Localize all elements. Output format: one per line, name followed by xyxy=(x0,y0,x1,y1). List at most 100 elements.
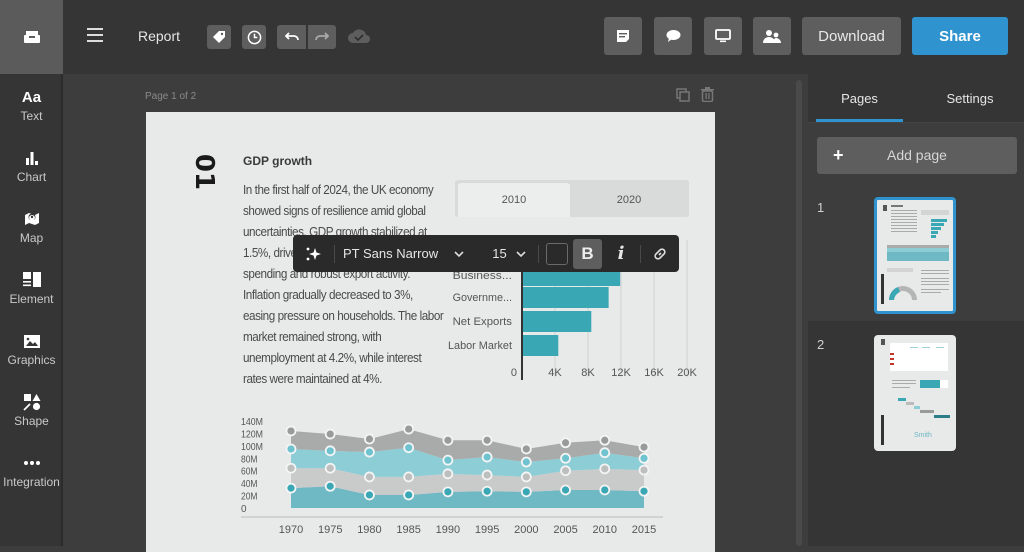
redo-button[interactable] xyxy=(308,25,336,49)
color-swatch xyxy=(546,242,568,265)
tab-2020[interactable]: 2020 xyxy=(572,183,686,217)
data-point xyxy=(520,486,532,498)
y-tick-label: 80M xyxy=(241,453,258,465)
page-thumbnail[interactable]: Smith xyxy=(874,335,956,451)
x-tick-label: 0 xyxy=(511,367,517,379)
bold-button[interactable]: B xyxy=(573,235,602,272)
page-thumbnail[interactable] xyxy=(874,197,956,314)
link-icon xyxy=(654,247,666,260)
y-tick-label: 100M xyxy=(241,441,263,453)
add-page-button[interactable]: + Add page xyxy=(817,137,1017,174)
link-button[interactable] xyxy=(647,235,673,272)
duplicate-page-button[interactable] xyxy=(676,88,690,107)
toolbar-divider xyxy=(640,245,641,263)
page-1-preview xyxy=(881,205,949,304)
font-family-select[interactable]: PT Sans Narrow xyxy=(343,235,471,272)
clock-icon xyxy=(247,30,261,44)
data-point xyxy=(599,484,611,496)
data-point xyxy=(481,469,493,481)
tab-settings[interactable]: Settings xyxy=(920,74,1020,122)
data-point xyxy=(560,437,571,449)
body-line: rates were maintained at 4%. xyxy=(243,371,382,386)
left-sidebar: Aa Text Chart Map Element Graphics Shape… xyxy=(0,74,63,546)
stacked-area-chart[interactable]: 020M40M60M80M100M120M140M 1970 1975 1980 198… xyxy=(230,410,670,546)
category-label: Labor Market xyxy=(448,340,512,352)
chevron-down-icon xyxy=(454,250,464,257)
collaborators-button[interactable] xyxy=(753,17,791,55)
sidebar-item-map[interactable]: Map xyxy=(0,208,63,264)
x-tick-label: 1995 xyxy=(475,524,499,536)
page-number: 2 xyxy=(817,337,825,352)
x-tick-label: 2010 xyxy=(593,524,617,536)
copy-icon xyxy=(676,88,690,102)
data-point xyxy=(285,425,297,437)
comment-icon xyxy=(666,30,680,42)
body-line: easing pressure on households. The labor xyxy=(243,308,444,323)
italic-button[interactable]: i xyxy=(609,235,633,272)
page-list-item[interactable]: 1 xyxy=(808,187,1024,321)
x-tick-label: 1970 xyxy=(279,524,303,536)
sidebar-item-graphics[interactable]: Graphics xyxy=(0,330,63,386)
ai-assist-button[interactable] xyxy=(299,235,327,272)
inbox-tray-icon xyxy=(23,31,40,43)
font-size-select[interactable]: 15 xyxy=(485,235,533,272)
history-button[interactable] xyxy=(242,25,266,49)
tab-pages[interactable]: Pages xyxy=(816,74,903,122)
bold-label: B xyxy=(573,238,602,269)
sidebar-item-shape[interactable]: Shape xyxy=(0,391,63,447)
x-tick-label: 1985 xyxy=(396,524,420,536)
notes-button[interactable] xyxy=(604,17,642,55)
sparkle-icon xyxy=(306,247,321,260)
font-family-value: PT Sans Narrow xyxy=(343,246,439,261)
data-point xyxy=(520,443,532,455)
y-tick-label: 40M xyxy=(241,478,258,490)
data-point xyxy=(364,446,375,458)
y-tick-label: 140M xyxy=(241,416,263,428)
canvas-scrollbar[interactable] xyxy=(796,80,802,546)
sidebar-item-text[interactable]: Aa Text xyxy=(0,86,63,142)
top-bar: Report Download Share xyxy=(0,0,1024,74)
comments-button[interactable] xyxy=(654,17,692,55)
x-tick-label: 12K xyxy=(611,367,631,379)
data-point xyxy=(638,464,650,476)
present-button[interactable] xyxy=(704,17,742,55)
tag-icon xyxy=(213,31,225,43)
undo-button[interactable] xyxy=(277,25,306,49)
x-tick-label: 8K xyxy=(581,367,595,379)
data-point xyxy=(364,489,375,501)
data-point xyxy=(403,489,415,501)
toolbar-divider xyxy=(334,245,335,263)
text-color-button[interactable] xyxy=(545,235,569,272)
page-list-item[interactable]: 2 Smith xyxy=(808,327,1024,457)
data-point xyxy=(481,451,493,463)
x-tick-label: 1975 xyxy=(318,524,342,536)
data-point xyxy=(442,434,454,446)
sidebar-item-chart[interactable]: Chart xyxy=(0,147,63,203)
data-point xyxy=(403,442,415,454)
delete-page-button[interactable] xyxy=(701,87,714,107)
data-point xyxy=(599,447,611,459)
tab-2010[interactable]: 2010 xyxy=(458,183,570,217)
bar xyxy=(522,335,559,356)
data-point xyxy=(442,454,454,466)
data-point xyxy=(638,452,650,464)
share-button[interactable]: Share xyxy=(912,17,1008,55)
x-tick-label: 1990 xyxy=(436,524,460,536)
hamburger-menu-icon[interactable] xyxy=(87,28,103,42)
saved-status xyxy=(347,28,371,49)
download-button[interactable]: Download xyxy=(802,17,901,55)
sidebar-item-element[interactable]: Element xyxy=(0,269,63,325)
more-dots-icon xyxy=(23,461,40,465)
section-heading[interactable]: GDP growth xyxy=(243,154,312,168)
section-body-text[interactable]: In the first half of 2024, the UK econom… xyxy=(243,179,455,389)
data-point xyxy=(560,465,571,477)
tag-button[interactable] xyxy=(207,25,231,49)
x-tick-label: 16K xyxy=(644,367,664,379)
document-title[interactable]: Report xyxy=(138,28,180,44)
home-button[interactable] xyxy=(0,0,63,74)
svg-text:Smith: Smith xyxy=(914,432,932,439)
x-tick-label: 2015 xyxy=(632,524,656,536)
section-number: 01 xyxy=(189,153,219,191)
sidebar-item-integration[interactable]: Integration xyxy=(0,452,63,508)
plus-icon: + xyxy=(833,145,844,165)
